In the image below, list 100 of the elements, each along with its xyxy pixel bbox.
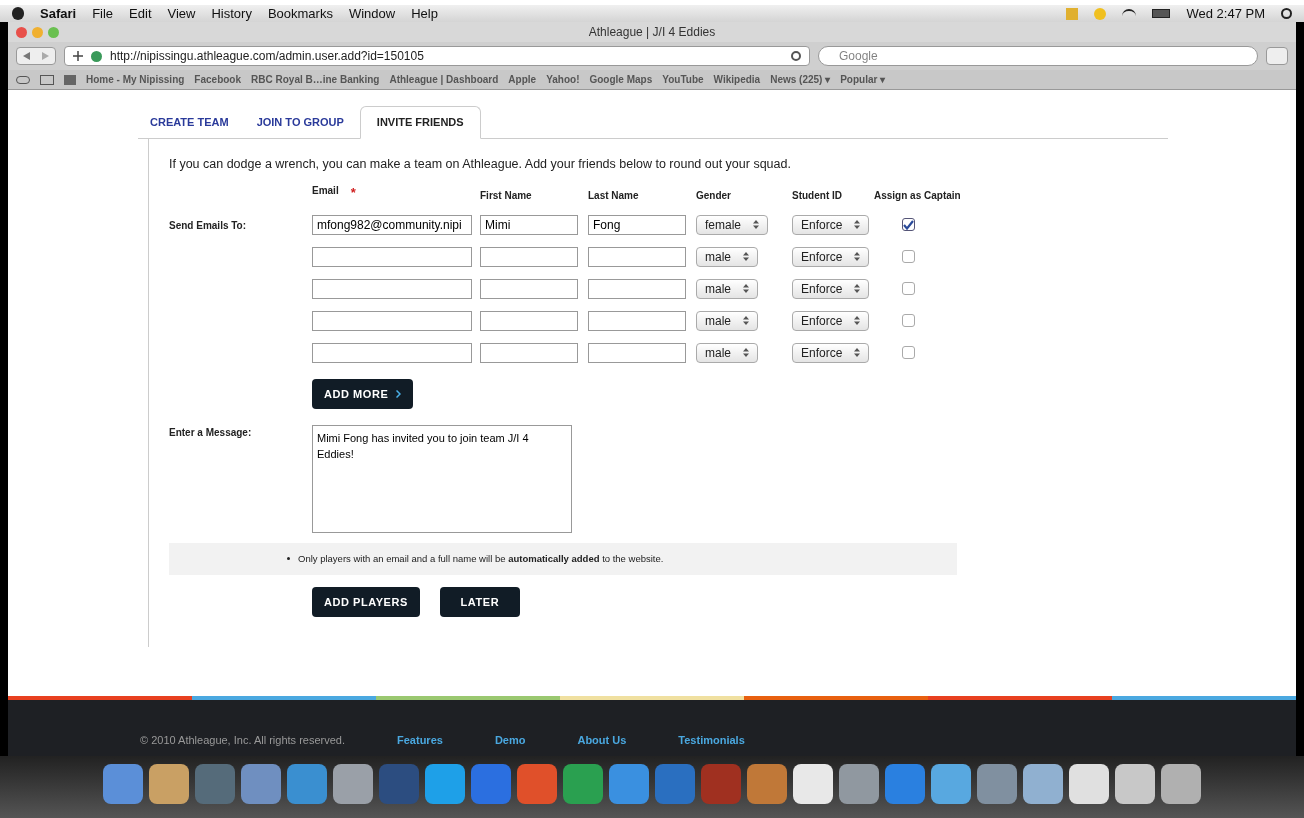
email-field[interactable] [312, 342, 472, 363]
last-name-field[interactable]: Fong [588, 214, 686, 235]
bookmark-link[interactable]: Facebook [194, 72, 242, 87]
dropdown[interactable]: male [696, 342, 758, 363]
status-icon[interactable] [1066, 7, 1079, 20]
email-field[interactable]: mfong982@community.nipi [312, 214, 472, 235]
stepper-icon [743, 252, 749, 262]
status-icon[interactable] [1094, 7, 1107, 20]
bookmark-link[interactable]: Apple [508, 72, 537, 87]
footer-link[interactable]: Demo [494, 731, 526, 748]
bookmark-link[interactable]: Home - My Nipissing [86, 72, 185, 87]
captain-checkbox[interactable] [902, 218, 915, 232]
menu-item[interactable]: Help [411, 3, 438, 24]
menu-item[interactable]: File [92, 3, 114, 24]
bookmark-link[interactable]: Wikipedia [713, 72, 761, 87]
later-button[interactable]: LATER [439, 586, 520, 617]
first-name-field[interactable] [480, 278, 578, 299]
app-icon[interactable] [1069, 764, 1109, 804]
bookmark-link[interactable]: Yahoo! [546, 72, 580, 87]
captain-checkbox[interactable] [902, 346, 915, 360]
footer-link[interactable]: About Us [577, 731, 627, 748]
app-icon[interactable] [1161, 764, 1201, 804]
menu-item[interactable]: Edit [129, 3, 152, 24]
required-mark: * [350, 184, 356, 203]
message-field[interactable]: Mimi Fong has invited you to join team J/I 4 Eddies! [312, 424, 572, 533]
plus-icon[interactable] [73, 51, 83, 61]
captain-checkbox[interactable] [902, 314, 915, 328]
dropdown[interactable]: Enforce [792, 246, 870, 267]
dropdown[interactable]: Enforce [792, 310, 870, 331]
dropdown[interactable]: Enforce [792, 278, 870, 299]
bookmark-link[interactable]: Popular ▾ [840, 72, 886, 87]
bookmark-link[interactable]: News (225) ▾ [770, 72, 831, 87]
dropdown[interactable]: male [696, 246, 758, 267]
app-icon[interactable] [333, 764, 373, 804]
dropdown[interactable]: Enforce [792, 342, 870, 363]
add-more-button[interactable]: ADD MORE [312, 378, 414, 409]
column-header: Assign as Captain [874, 188, 961, 203]
clock[interactable]: Wed 2:47 PM [1186, 3, 1265, 24]
menu-item[interactable]: Bookmarks [267, 3, 333, 24]
back-forward-button[interactable] [16, 47, 56, 65]
footer-link[interactable]: Testimonials [678, 731, 745, 748]
last-name-field[interactable] [588, 278, 686, 299]
stepper-icon [743, 316, 749, 326]
tab[interactable]: CREATE TEAM [138, 107, 241, 138]
window-control-icon[interactable] [48, 26, 59, 38]
battery-icon[interactable] [1152, 9, 1171, 18]
menu-item[interactable]: Window [348, 3, 396, 24]
dropdown[interactable]: male [696, 310, 758, 331]
app-icon[interactable] [1023, 764, 1063, 804]
app-icon[interactable] [1115, 764, 1155, 804]
last-name-field[interactable] [588, 310, 686, 331]
first-name-field[interactable] [480, 310, 578, 331]
add-players-button[interactable]: ADD PLAYERS [312, 586, 420, 617]
last-name-field[interactable] [588, 246, 686, 267]
menu-item[interactable]: Safari [40, 3, 77, 24]
bookmark-link[interactable]: YouTube [662, 72, 704, 87]
stepper-icon [743, 284, 749, 294]
email-field[interactable] [312, 310, 472, 331]
window-control-icon[interactable] [16, 26, 27, 38]
footer-link[interactable]: Features [397, 731, 443, 748]
menu-item[interactable]: View [167, 3, 196, 24]
forward-icon[interactable] [42, 52, 49, 60]
bookmark-link[interactable]: Athleague | Dashboard [389, 72, 499, 87]
dropdown[interactable]: Enforce [792, 214, 870, 235]
message-label: Enter a Message: [169, 425, 253, 440]
email-field[interactable] [312, 278, 472, 299]
email-field[interactable] [312, 246, 472, 267]
app-icon[interactable] [425, 764, 465, 804]
stepper-icon [854, 348, 861, 358]
window-title: Athleague | J/I 4 Eddies [588, 24, 716, 41]
tab[interactable]: INVITE FRIENDS [359, 106, 481, 139]
app-icon[interactable] [931, 764, 971, 804]
column-header: First Name [480, 188, 533, 203]
chevron-icon [396, 389, 402, 398]
app-icon[interactable] [793, 764, 833, 804]
bookmark-link[interactable]: Google Maps [589, 72, 653, 87]
back-icon[interactable] [23, 52, 30, 60]
address-field[interactable]: http://nipissingu.athleague.com/admin.user.add?id=150105 [64, 46, 810, 66]
tab[interactable]: JOIN TO GROUP [244, 107, 356, 138]
last-name-field[interactable] [588, 342, 686, 363]
bookmark-link[interactable]: RBC Royal B…ine Banking [251, 72, 380, 87]
first-name-field[interactable]: Mimi [480, 214, 578, 235]
search-field[interactable]: Google [818, 46, 1258, 66]
dropdown[interactable]: female [696, 214, 769, 235]
app-icon[interactable] [839, 764, 879, 804]
captain-checkbox[interactable] [902, 250, 915, 264]
menu-item[interactable]: History [211, 3, 252, 24]
send-label: Send Emails To: [169, 219, 247, 231]
stepper-icon [854, 252, 861, 262]
note-text: Only players with an email and a full name will be automatically added to the website. [298, 551, 664, 566]
captain-checkbox[interactable] [902, 282, 915, 296]
column-header: Student ID [792, 188, 843, 203]
stepper-icon [753, 220, 760, 230]
first-name-field[interactable] [480, 246, 578, 267]
dropdown[interactable]: male [696, 278, 758, 299]
column-header: Email [312, 184, 339, 199]
stepper-icon [854, 316, 861, 326]
first-name-field[interactable] [480, 342, 578, 363]
app-icon[interactable] [149, 764, 189, 804]
intro-text: If you can dodge a wrench, you can make a team on Athleague. Add your friends below to round out your squad. [169, 155, 792, 173]
